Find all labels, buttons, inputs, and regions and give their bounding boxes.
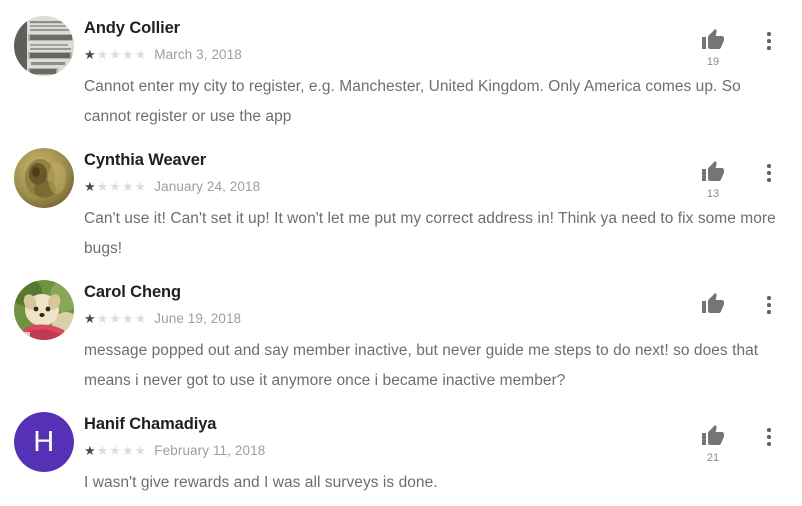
more-vert-icon [767,171,771,175]
more-vert-icon [767,178,771,182]
helpful-button[interactable]: 13 [698,160,728,201]
star-rating: ★ ★ ★ ★ ★ [84,444,146,458]
star-icon: ★ [96,443,109,458]
helpful-count: 19 [706,56,720,68]
more-vert-icon [767,428,771,432]
star-rating: ★ ★ ★ ★ ★ [84,48,146,62]
review-text: message popped out and say member inacti… [84,342,759,389]
review-meta: ★ ★ ★ ★ ★ March 3, 2018 [84,45,782,65]
helpful-button[interactable] [698,292,728,333]
thumb-up-icon [702,29,724,49]
avatar[interactable] [14,148,74,208]
review-author: Cynthia Weaver [84,151,207,169]
avatar[interactable] [14,16,74,76]
star-icon: ★ [134,47,147,62]
star-icon: ★ [121,443,134,458]
review-header: Carol Cheng ★ ★ ★ ★ ★ June 19, 2018 [84,278,782,334]
review-actions: 21 [698,424,780,465]
star-icon: ★ [121,47,134,62]
star-icon: ★ [109,443,121,458]
star-icon: ★ [109,47,121,62]
review-header: Hanif Chamadiya ★ ★ ★ ★ ★ February 11, 2… [84,410,782,466]
review-meta: ★ ★ ★ ★ ★ February 11, 2018 [84,441,782,461]
review-actions: 13 [698,160,780,201]
review-date: June 19, 2018 [154,311,242,326]
more-vert-icon [767,296,771,300]
avatar-photo-dog [14,280,74,340]
avatar[interactable]: H [14,412,74,472]
thumb-up-icon [702,293,724,313]
review-header: Andy Collier ★ ★ ★ ★ ★ March 3, 2018 [84,14,782,70]
reviews-list: Andy Collier ★ ★ ★ ★ ★ March 3, 2018 Can… [0,0,802,506]
avatar-photo-portrait [14,148,74,208]
more-vert-icon [767,46,771,50]
review-author: Carol Cheng [84,283,181,301]
star-icon: ★ [84,179,96,194]
review-text: Can't use it! Can't set it up! It won't … [84,210,776,257]
review-item: Cynthia Weaver ★ ★ ★ ★ ★ January 24, 201… [0,140,802,272]
star-icon: ★ [134,443,147,458]
helpful-count: 21 [706,452,720,464]
review-actions [698,292,780,333]
avatar-initial: H [14,412,74,472]
helpful-count: 13 [706,188,720,200]
star-rating: ★ ★ ★ ★ ★ [84,312,146,326]
helpful-button[interactable]: 19 [698,28,728,69]
review-item: Carol Cheng ★ ★ ★ ★ ★ June 19, 2018 mess… [0,272,802,404]
more-vert-icon [767,310,771,314]
review-overflow-menu-button[interactable] [758,161,780,185]
helpful-button[interactable]: 21 [698,424,728,465]
review-date: February 11, 2018 [154,443,266,458]
star-icon: ★ [134,179,147,194]
review-overflow-menu-button[interactable] [758,29,780,53]
review-meta: ★ ★ ★ ★ ★ June 19, 2018 [84,309,782,329]
review-item: Andy Collier ★ ★ ★ ★ ★ March 3, 2018 Can… [0,8,802,140]
review-item: H Hanif Chamadiya ★ ★ ★ ★ ★ February 11,… [0,404,802,506]
more-vert-icon [767,164,771,168]
review-overflow-menu-button[interactable] [758,425,780,449]
avatar-photo-quote-sign [14,16,74,76]
star-icon: ★ [84,443,96,458]
star-icon: ★ [84,47,96,62]
thumb-up-icon [702,161,724,181]
star-icon: ★ [96,311,109,326]
more-vert-icon [767,32,771,36]
more-vert-icon [767,442,771,446]
avatar[interactable] [14,280,74,340]
thumb-up-icon [702,425,724,445]
review-date: March 3, 2018 [154,47,242,62]
review-meta: ★ ★ ★ ★ ★ January 24, 2018 [84,177,782,197]
star-icon: ★ [96,179,109,194]
review-text: Cannot enter my city to register, e.g. M… [84,78,741,125]
review-text: I wasn't give rewards and I was all surv… [84,474,438,491]
star-icon: ★ [121,179,134,194]
star-icon: ★ [134,311,147,326]
star-rating: ★ ★ ★ ★ ★ [84,180,146,194]
review-overflow-menu-button[interactable] [758,293,780,317]
star-icon: ★ [96,47,109,62]
star-icon: ★ [121,311,134,326]
more-vert-icon [767,39,771,43]
review-author: Andy Collier [84,19,180,37]
review-date: January 24, 2018 [154,179,261,194]
more-vert-icon [767,303,771,307]
review-actions: 19 [698,28,780,69]
review-header: Cynthia Weaver ★ ★ ★ ★ ★ January 24, 201… [84,146,782,202]
review-author: Hanif Chamadiya [84,415,217,433]
more-vert-icon [767,435,771,439]
star-icon: ★ [109,179,121,194]
star-icon: ★ [109,311,121,326]
star-icon: ★ [84,311,96,326]
